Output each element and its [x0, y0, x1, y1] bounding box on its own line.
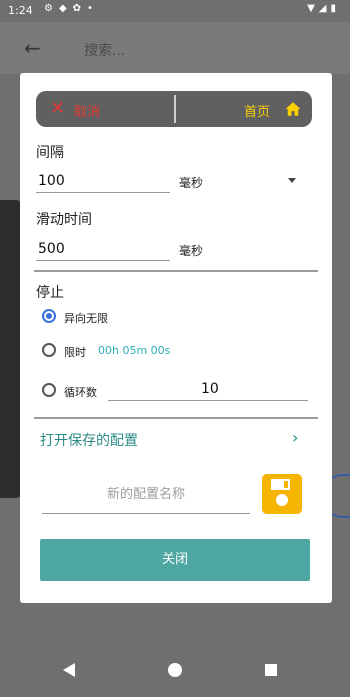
swipe-time-unit: 毫秒 [179, 244, 204, 258]
nav-back-icon[interactable] [63, 663, 75, 677]
open-saved-config-link[interactable]: 打开保存的配置 [40, 430, 138, 450]
interval-label: 间隔 [36, 145, 64, 161]
option-loop-count-label: 循环数 [64, 386, 97, 399]
nav-recents-icon[interactable] [265, 664, 277, 676]
option-time-limit-label: 限时 [64, 346, 86, 359]
interval-unit: 毫秒 [179, 176, 204, 190]
background-side-panel [0, 200, 22, 498]
new-config-name-input[interactable]: 新的配置名称 [42, 483, 250, 514]
back-arrow-icon: ← [24, 36, 41, 60]
config-dialog: ✕ 取消 首页 间隔 100 毫秒 滑动时间 500 毫秒 停止 异向无限 限时… [20, 73, 332, 603]
option-infinite-label: 异向无限 [64, 312, 108, 325]
section-divider [34, 270, 318, 272]
notification-icons: ⚙◆✿• [44, 3, 99, 14]
background-app-bar [0, 22, 350, 74]
home-button[interactable]: 首页 [244, 101, 270, 120]
floppy-disk-icon [262, 474, 302, 514]
time-limit-value[interactable]: 00h 05m 00s [98, 344, 170, 357]
status-bar: 1:24 ⚙◆✿• ▼◢▮ [0, 0, 350, 22]
radio-loop-count[interactable] [42, 383, 56, 397]
unit-dropdown-arrow-icon[interactable] [288, 178, 296, 183]
swipe-time-input[interactable]: 500 [36, 237, 170, 261]
nav-home-icon[interactable] [168, 663, 182, 677]
section-divider [34, 417, 318, 419]
radio-time-limit[interactable] [42, 343, 56, 357]
chevron-right-icon[interactable]: › [292, 428, 298, 447]
signal-battery-icons: ▼◢▮ [307, 3, 340, 14]
loop-count-input[interactable]: 10 [108, 377, 308, 401]
cancel-button[interactable]: 取消 [74, 101, 100, 120]
interval-input[interactable]: 100 [36, 169, 170, 193]
close-dialog-button[interactable]: 关闭 [40, 539, 310, 581]
background-search-text: 搜索... [84, 43, 126, 59]
save-button[interactable] [262, 474, 302, 514]
dialog-top-bar: ✕ 取消 首页 [36, 91, 312, 127]
home-icon[interactable] [284, 100, 302, 118]
swipe-time-label: 滑动时间 [36, 212, 92, 228]
top-bar-divider [174, 95, 176, 123]
stop-label: 停止 [36, 285, 64, 301]
radio-infinite[interactable] [42, 309, 56, 323]
status-time: 1:24 [8, 4, 33, 17]
close-x-icon[interactable]: ✕ [50, 98, 65, 119]
